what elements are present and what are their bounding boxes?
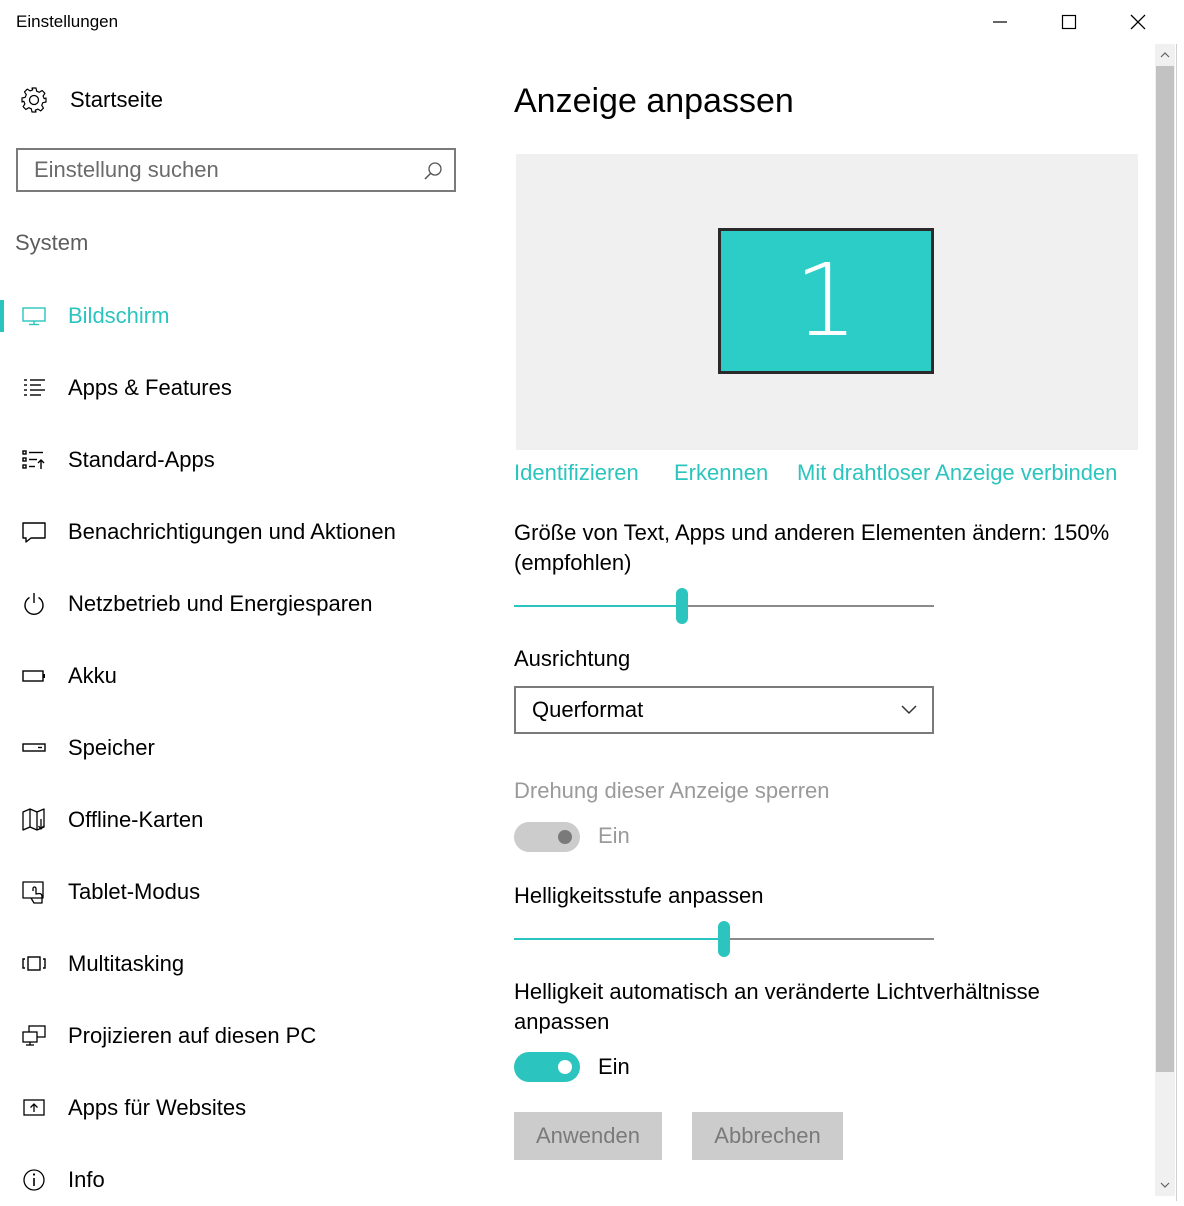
- close-icon: [1130, 14, 1146, 30]
- detect-link[interactable]: Erkennen: [674, 460, 768, 486]
- storage-icon: [20, 734, 48, 762]
- gear-icon: [21, 87, 47, 113]
- scale-label-line1: Größe von Text, Apps und anderen Element…: [514, 520, 1110, 545]
- power-icon: [20, 590, 48, 618]
- toggle-knob: [558, 830, 572, 844]
- cancel-button[interactable]: Abbrechen: [692, 1112, 843, 1160]
- apps-websites-icon: [20, 1094, 48, 1122]
- sidebar-item-standard-apps[interactable]: Standard-Apps: [0, 434, 480, 486]
- sidebar-item-speicher[interactable]: Speicher: [0, 722, 480, 774]
- sidebar-item-akku[interactable]: Akku: [0, 650, 480, 702]
- sidebar-item-netzbetrieb[interactable]: Netzbetrieb und Energiesparen: [0, 578, 480, 630]
- brightness-label: Helligkeitsstufe anpassen: [514, 883, 764, 908]
- slider-fill: [514, 938, 724, 940]
- home-link[interactable]: Startseite: [20, 84, 163, 116]
- orientation-dropdown[interactable]: Querformat: [514, 686, 934, 734]
- orientation-label: Ausrichtung: [514, 646, 631, 671]
- window-edge: [1176, 44, 1184, 1201]
- sidebar-item-multitasking[interactable]: Multitasking: [0, 938, 480, 990]
- sidebar-item-tablet-modus[interactable]: Tablet-Modus: [0, 866, 480, 918]
- display-1-tile[interactable]: 1: [718, 228, 934, 374]
- toggle-knob: [558, 1060, 572, 1074]
- auto-brightness-toggle[interactable]: [514, 1052, 580, 1082]
- maximize-button[interactable]: [1035, 0, 1103, 44]
- scroll-up-arrow[interactable]: [1155, 46, 1175, 64]
- map-icon: [20, 806, 48, 834]
- search-box[interactable]: [16, 148, 456, 192]
- search-icon: [424, 162, 442, 180]
- sidebar-item-label: Info: [68, 1167, 105, 1192]
- sidebar-item-label: Standard-Apps: [68, 447, 215, 472]
- sidebar-item-offline-karten[interactable]: Offline-Karten: [0, 794, 480, 846]
- chevron-down-small-icon: [1160, 1182, 1170, 1188]
- close-button[interactable]: [1104, 0, 1172, 44]
- sidebar-item-label: Offline-Karten: [68, 807, 204, 832]
- minimize-icon: [993, 21, 1007, 23]
- scale-label-line2: (empfohlen): [514, 550, 632, 575]
- wireless-display-link[interactable]: Mit drahtloser Anzeige verbinden: [797, 460, 1117, 486]
- search-input[interactable]: [18, 150, 416, 190]
- auto-brightness-label-line1: Helligkeit automatisch an veränderte Lic…: [514, 979, 1040, 1004]
- auto-brightness-label-line2: anpassen: [514, 1009, 610, 1034]
- maximize-icon: [1061, 14, 1077, 30]
- scrollbar-thumb[interactable]: [1156, 66, 1174, 1072]
- home-label: Startseite: [70, 87, 163, 112]
- sidebar-item-info[interactable]: Info: [0, 1154, 480, 1206]
- multitasking-icon: [20, 950, 48, 978]
- sidebar-item-label: Apps für Websites: [68, 1095, 247, 1120]
- slider-thumb[interactable]: [676, 588, 688, 624]
- rotation-lock-state: Ein: [598, 823, 630, 848]
- sidebar-item-bildschirm[interactable]: Bildschirm: [0, 290, 480, 342]
- rotation-lock-toggle[interactable]: [514, 822, 580, 852]
- vertical-scrollbar[interactable]: [1155, 44, 1175, 1196]
- sidebar-item-label: Speicher: [68, 735, 155, 760]
- rotation-lock-label: Drehung dieser Anzeige sperren: [514, 778, 830, 803]
- display-number: 1: [794, 242, 858, 359]
- brightness-slider[interactable]: [514, 919, 934, 959]
- scroll-down-arrow[interactable]: [1155, 1176, 1175, 1194]
- notification-icon: [20, 518, 48, 546]
- slider-thumb[interactable]: [718, 921, 730, 957]
- chevron-down-icon: [901, 705, 917, 715]
- info-icon: [20, 1166, 48, 1194]
- active-indicator: [0, 300, 4, 332]
- identify-link[interactable]: Identifizieren: [514, 460, 639, 486]
- window-title: Einstellungen: [16, 12, 119, 31]
- slider-fill: [514, 605, 682, 607]
- page-title: Anzeige anpassen: [514, 82, 794, 120]
- sidebar-item-apps-features[interactable]: Apps & Features: [0, 362, 480, 414]
- sidebar-item-label: Netzbetrieb und Energiesparen: [68, 591, 373, 616]
- sidebar-item-benachrichtigungen[interactable]: Benachrichtigungen und Aktionen: [0, 506, 480, 558]
- monitor-icon: [20, 302, 48, 330]
- minimize-button[interactable]: [966, 0, 1034, 44]
- sidebar-item-apps-websites[interactable]: Apps für Websites: [0, 1082, 480, 1134]
- sidebar-item-label: Bildschirm: [68, 303, 170, 328]
- list-icon: [20, 374, 48, 402]
- auto-brightness-state: Ein: [598, 1054, 630, 1079]
- orientation-value: Querformat: [532, 697, 644, 722]
- sidebar-item-label: Apps & Features: [68, 375, 232, 400]
- sidebar-item-label: Akku: [68, 663, 117, 688]
- default-apps-icon: [20, 446, 48, 474]
- sidebar-item-label: Benachrichtigungen und Aktionen: [68, 519, 396, 544]
- sidebar-item-label: Tablet-Modus: [68, 879, 201, 904]
- tablet-mode-icon: [20, 878, 48, 906]
- project-icon: [20, 1022, 48, 1050]
- sidebar-item-label: Projizieren auf diesen PC: [68, 1023, 317, 1048]
- scale-slider[interactable]: [514, 586, 934, 626]
- sidebar-item-label: Multitasking: [68, 951, 185, 976]
- apply-button[interactable]: Anwenden: [514, 1112, 662, 1160]
- section-label: System: [15, 230, 89, 255]
- battery-icon: [20, 662, 48, 690]
- chevron-up-icon: [1160, 52, 1170, 58]
- sidebar-item-projizieren[interactable]: Projizieren auf diesen PC: [0, 1010, 480, 1062]
